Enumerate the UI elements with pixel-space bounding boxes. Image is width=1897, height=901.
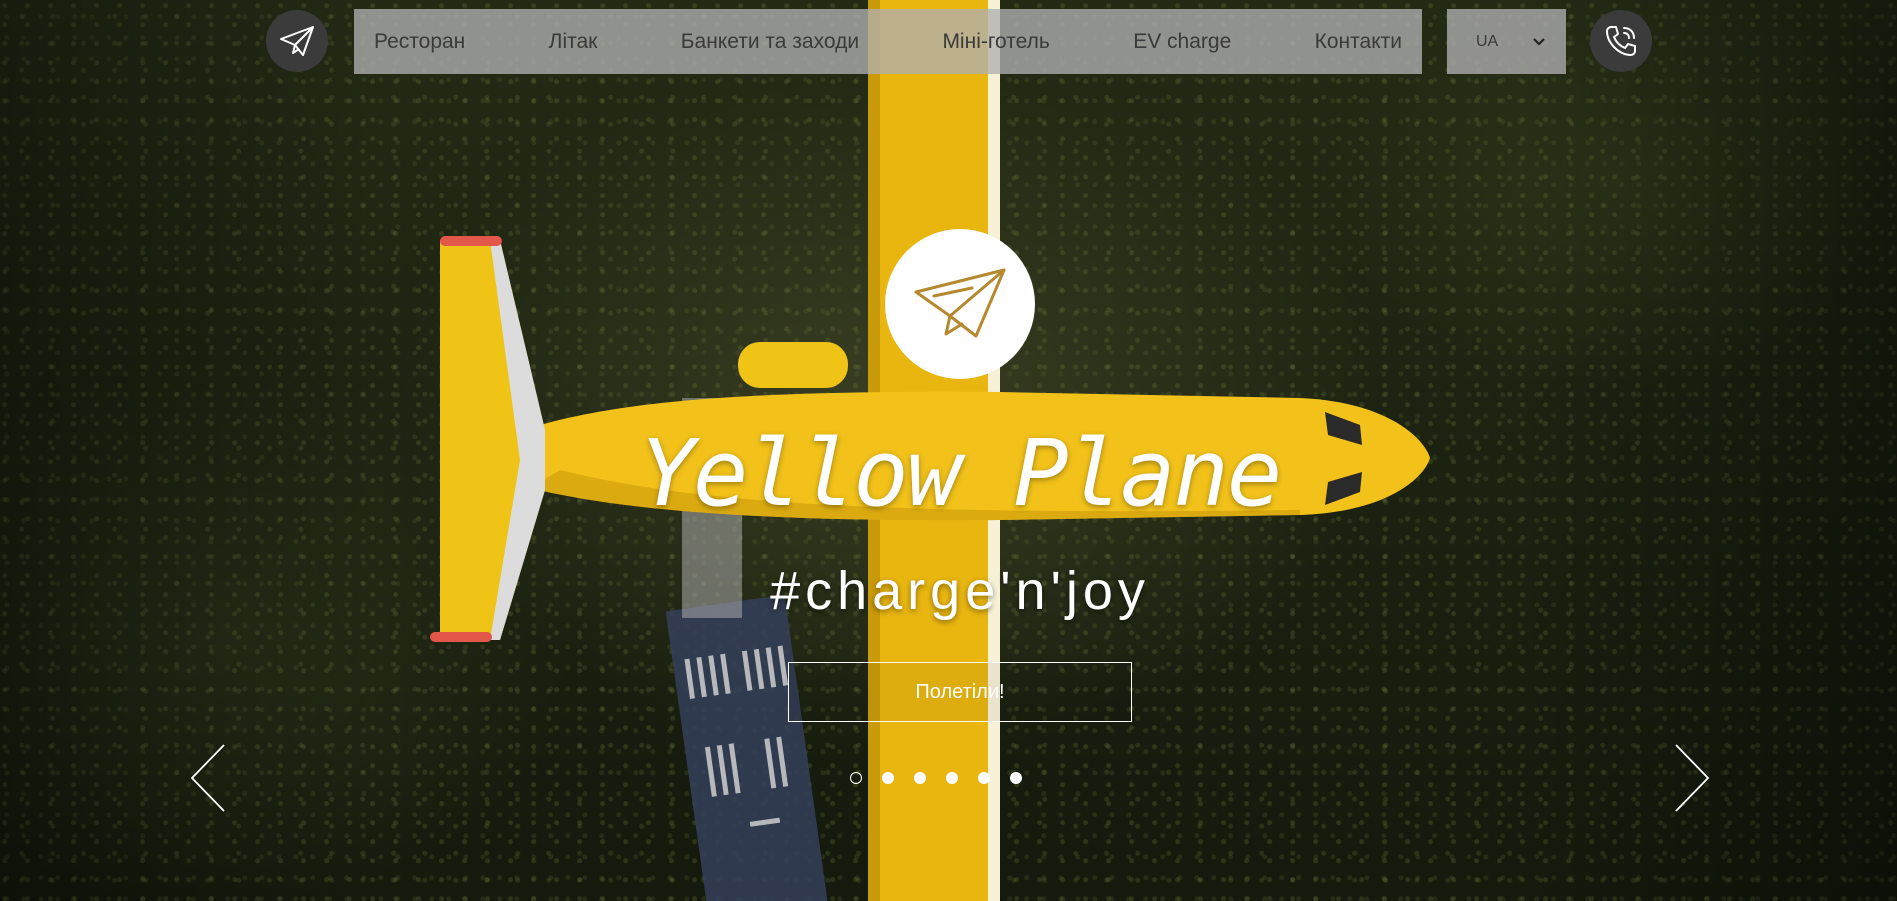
slider-dot[interactable]	[1010, 772, 1022, 784]
slider-dot[interactable]	[978, 772, 990, 784]
paper-plane-icon	[280, 26, 314, 56]
paper-plane-icon	[914, 268, 1006, 338]
nav-item-contacts[interactable]: Контакти	[1315, 30, 1402, 54]
slider-dot[interactable]	[882, 772, 894, 784]
slider-pagination	[850, 770, 1050, 786]
slider-prev-arrow[interactable]	[188, 743, 228, 813]
nav-item-ev-charge[interactable]: EV charge	[1133, 30, 1231, 54]
slider-dot[interactable]	[914, 772, 926, 784]
slider-dot[interactable]	[946, 772, 958, 784]
hero-logo	[885, 229, 1035, 379]
phone-call-button[interactable]	[1590, 10, 1652, 72]
phone-icon	[1606, 26, 1636, 56]
slider-next-arrow[interactable]	[1672, 743, 1712, 813]
main-navigation: Ресторан Літак Банкети та заходи Міні-го…	[354, 9, 1422, 74]
home-logo-button[interactable]	[266, 10, 328, 72]
nav-item-mini-hotel[interactable]: Міні-готель	[942, 30, 1049, 54]
language-value: UA	[1476, 32, 1499, 50]
hero-tagline: #charge'n'joy	[770, 561, 1150, 621]
nav-item-restaurant[interactable]: Ресторан	[374, 30, 465, 54]
hero-title: Yellow Plane	[639, 420, 1283, 527]
language-select[interactable]: UA	[1447, 9, 1566, 74]
lets-fly-button[interactable]: Полетіли!	[788, 662, 1132, 722]
nav-item-banquets[interactable]: Банкети та заходи	[681, 30, 859, 54]
nav-item-plane[interactable]: Літак	[549, 30, 598, 54]
slider-dot[interactable]	[850, 772, 862, 784]
chevron-down-icon	[1533, 37, 1545, 46]
